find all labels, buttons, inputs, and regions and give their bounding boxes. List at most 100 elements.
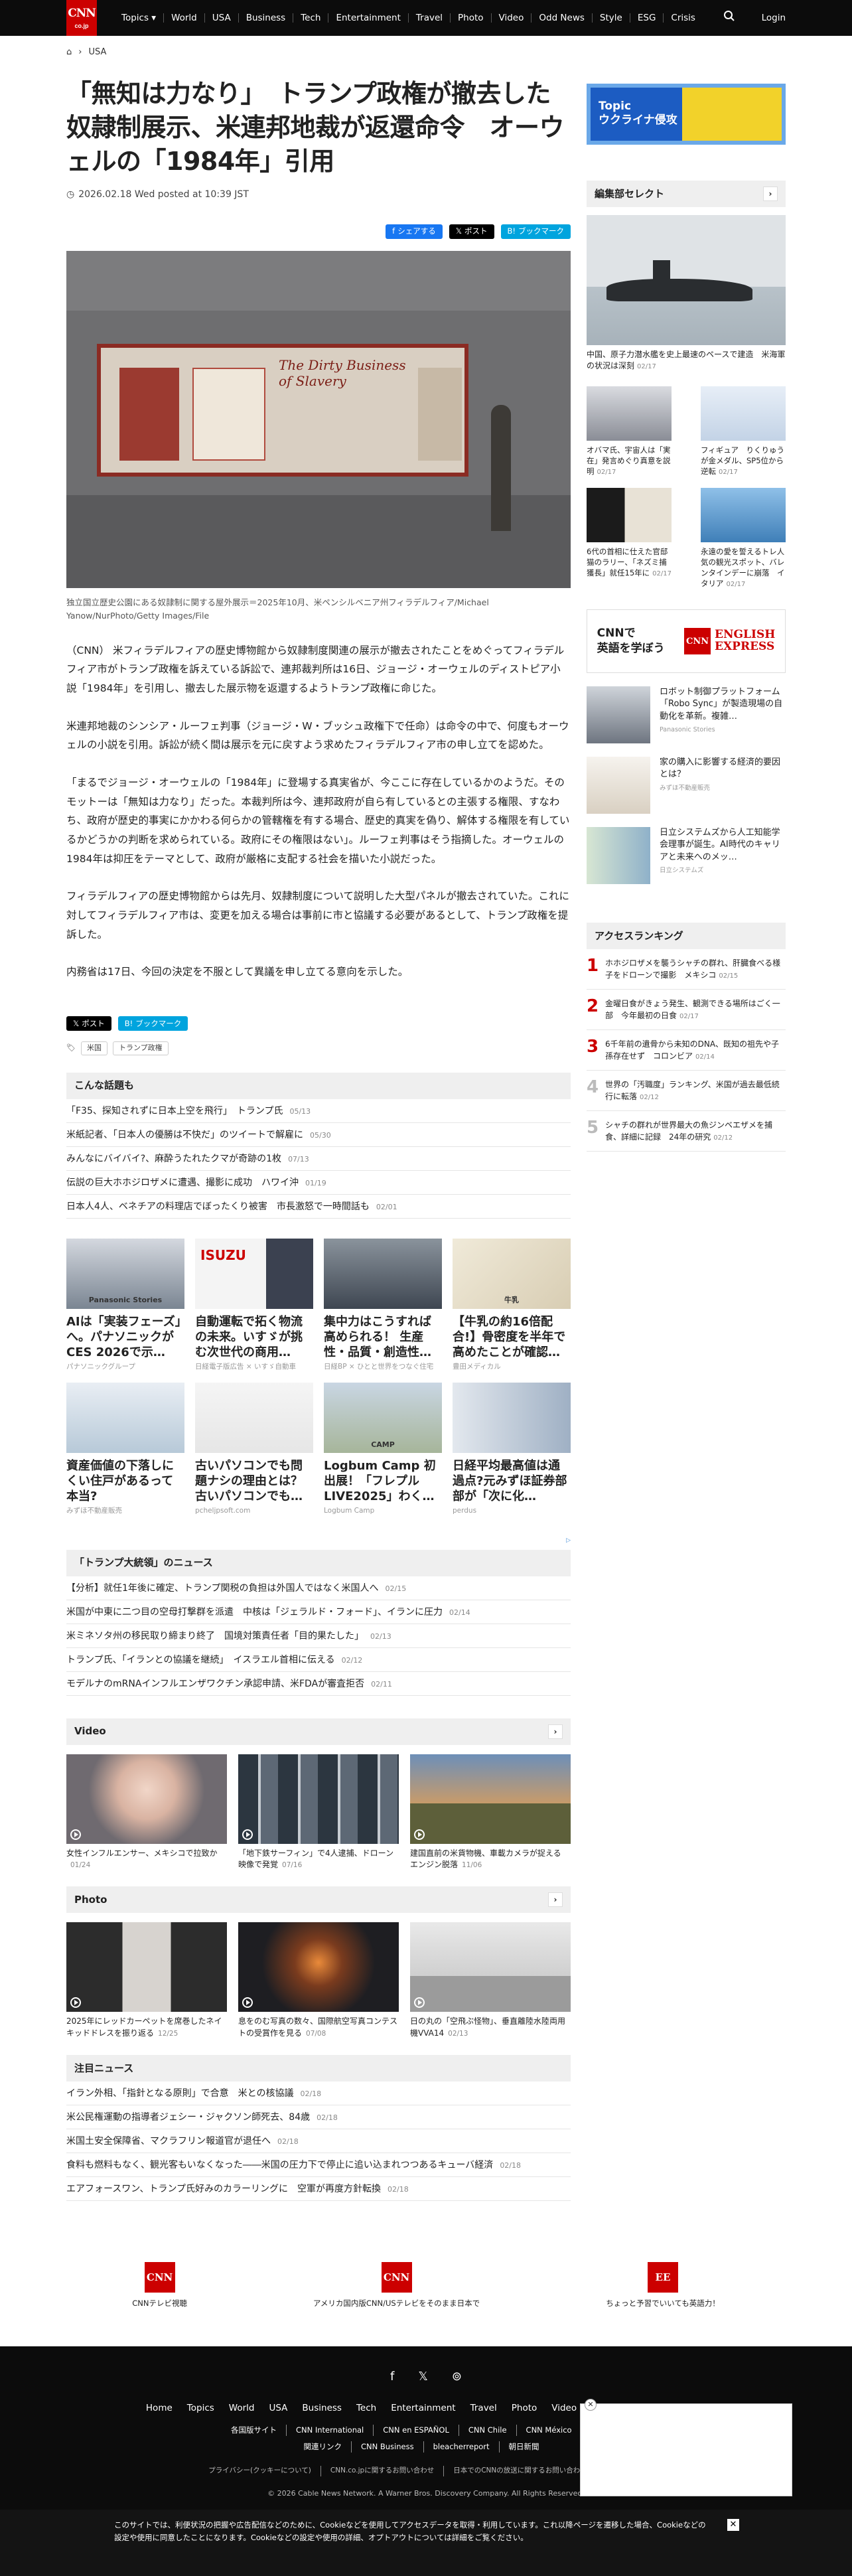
sidebar-card[interactable]: オバマ氏、宇宙人は「実在」発言めぐり真意を説明 02/17 <box>587 386 672 477</box>
sponsored-card[interactable]: Panasonic Stories AIは「実装フェーズ」へ。パナソニックがCES… <box>66 1238 184 1373</box>
list-item[interactable]: イラン外相、「指針となる原則」で合意 米との核協議 02/18 <box>66 2082 571 2106</box>
sponsored-card[interactable]: 資産価値の下落しにくい住戸があるって本当? みずほ不動産販売 <box>66 1383 184 1517</box>
hatena-bookmark-button[interactable]: B! ブックマーク <box>117 1016 188 1031</box>
ranking-item[interactable]: 1 ホホジロザメを襲うシャチの群れ、肝臓食べる様子をドローンで撮影 メキシコ 02/… <box>587 949 786 990</box>
footer-link[interactable]: CNN México <box>526 2424 582 2436</box>
nav-item[interactable]: Travel <box>409 13 451 23</box>
list-item[interactable]: 米国土安全保障省、マクラフリン報道官が退任へ 02/18 <box>66 2129 571 2154</box>
ranking-item[interactable]: 4 世界の「汚職度」ランキング、米国が過去最低続行に転落 02/12 <box>587 1071 786 1112</box>
footer-link[interactable]: 日本でのCNNの放送に関するお問い合わせ <box>453 2466 597 2476</box>
footer-link[interactable]: 関連リンク <box>303 2441 352 2453</box>
list-item[interactable]: 米公民権運動の指導者ジェシー・ジャクソン師死去、84歳 02/18 <box>66 2105 571 2130</box>
nav-item[interactable]: Video <box>492 13 532 23</box>
media-card[interactable]: 2025年にレッドカーペットを席巻したネイキッドドレスを振り返る 12/25 <box>66 1922 227 2039</box>
facebook-icon[interactable]: f <box>390 2368 394 2386</box>
service-link[interactable]: CNN アメリカ国内版CNN/USテレビをそのまま日本で <box>313 2262 480 2309</box>
hatena-bookmark-button[interactable]: B! ブックマーク <box>500 224 571 239</box>
chevron-right-icon[interactable]: › <box>548 1724 563 1739</box>
footer-link[interactable]: CNN.co.jpに関するお問い合わせ <box>330 2466 445 2476</box>
footer-link[interactable]: Tech <box>356 2401 376 2415</box>
sidebar-card[interactable]: 6代の首相に仕えた官邸猫のラリー、「ネズミ捕獲長」就任15年に 02/17 <box>587 487 672 589</box>
chevron-right-icon[interactable]: › <box>763 187 778 201</box>
sponsored-card[interactable]: 牛乳 【牛乳の約16倍配合!】骨密度を半年で高めたことが確認… 豊田メディカル <box>453 1238 571 1373</box>
adchoices-icon[interactable]: ▷ <box>66 1537 571 1546</box>
media-card[interactable]: 息をのむ写真の数々、国際航空写真コンテストの受賞作を見る 07/08 <box>238 1922 399 2039</box>
home-icon[interactable]: ⌂ <box>66 46 72 59</box>
footer-link[interactable]: Entertainment <box>391 2401 455 2415</box>
sponsored-card[interactable]: ISUZU 自動運転で拓く物流の未来。いすゞが挑む次世代の商用… 日経電子版広告 ×… <box>195 1238 313 1373</box>
list-item[interactable]: エアフォースワン、トランプ氏好みのカラーリングに 空軍が再度方針転換 02/18 <box>66 2177 571 2202</box>
footer-link[interactable]: bleacherreport <box>433 2441 500 2453</box>
footer-link[interactable]: 朝日新聞 <box>509 2441 549 2453</box>
ranking-item[interactable]: 2 金曜日食がきょう発生、観測できる場所はごく一部 今年最初の日食 02/17 <box>587 990 786 1031</box>
list-item[interactable]: 【分析】就任1年後に確定、トランプ関税の負担は外国人ではなく米国人へ 02/15 <box>66 1576 571 1600</box>
footer-link[interactable]: 各国版サイト <box>231 2424 287 2436</box>
tag[interactable]: トランプ政権 <box>112 1041 169 1055</box>
nav-item[interactable]: World <box>164 13 205 23</box>
media-card[interactable]: 建国直前の米貨物機、車載カメラが捉える エンジン脱落 11/06 <box>410 1754 571 1871</box>
footer-link[interactable]: Video <box>551 2401 577 2415</box>
footer-link[interactable]: Home <box>146 2401 173 2415</box>
x-icon[interactable]: 𝕏 <box>418 2368 428 2386</box>
cnn-logo[interactable]: CNN co.jp <box>66 0 97 36</box>
sidebar-sponsored[interactable]: 家の購入に影響する経済的要因とは？ みずほ不動産販売 <box>587 757 786 814</box>
english-learning-banner[interactable]: CNNで 英語を学ぼう CNN ENGLISH EXPRESS <box>587 609 786 674</box>
list-item[interactable]: 米紙記者、「日本人の優勝は不快だ」のツイートで解雇に 05/30 <box>66 1123 571 1147</box>
footer-link[interactable]: Travel <box>470 2401 497 2415</box>
sponsored-card[interactable]: 古いパソコンでも問題ナシの理由とは？古いパソコンでも… pcheljpsoft.c… <box>195 1383 313 1517</box>
list-item[interactable]: 日本人4人、ベネチアの料理店でぼったくり被害 市長激怒で一時間話も 02/01 <box>66 1195 571 1219</box>
nav-item[interactable]: USA <box>205 13 239 23</box>
rss-icon[interactable]: ⊚ <box>452 2368 462 2386</box>
footer-link[interactable]: CNN Business <box>361 2441 424 2453</box>
media-card[interactable]: 「地下鉄サーフィン」で4人逮捕、ドローン映像で発覚 07/16 <box>238 1754 399 1871</box>
sponsored-card[interactable]: CAMP Logbum Camp 初出展！「フレプル LIVE2025」わく… Lo… <box>324 1383 442 1517</box>
nav-item[interactable]: Photo <box>451 13 492 23</box>
sidebar-card[interactable]: 永遠の愛を誓えるトレ人気の観光スポット、バレンタインデーに崩落 イタリア 02/1… <box>701 487 786 589</box>
sidebar-sponsored[interactable]: 日立システムズから人工知能学会理事が誕生。AI時代のキャリアと未来へのメッ… 日立… <box>587 827 786 885</box>
footer-link[interactable]: CNN International <box>296 2424 374 2436</box>
list-item[interactable]: 米ミネソタ州の移民取り締まり終了 国境対策責任者「目的果たした」 02/13 <box>66 1624 571 1648</box>
breadcrumb-section[interactable]: USA <box>88 46 106 59</box>
nav-item[interactable]: Topics ▾ <box>114 13 165 23</box>
footer-link[interactable]: World <box>229 2401 255 2415</box>
media-card[interactable]: 日の丸の「空飛ぶ怪物」、垂直離陸水陸両用機VVA14 02/13 <box>410 1922 571 2039</box>
x-post-button[interactable]: 𝕏 ポスト <box>66 1016 111 1031</box>
ranking-item[interactable]: 5 シャチの群れが世界最大の魚ジンベエザメを捕食、詳細に記録 24年の研究 02/1… <box>587 1111 786 1152</box>
nav-item[interactable]: Entertainment <box>328 13 409 23</box>
x-post-button[interactable]: 𝕏 ポスト <box>449 224 494 239</box>
topic-banner[interactable]: Topic ウクライナ侵攻 <box>587 84 786 145</box>
footer-link[interactable]: CNN Chile <box>468 2424 517 2436</box>
login-link[interactable]: Login <box>762 11 786 25</box>
facebook-share-button[interactable]: f シェアする <box>386 224 443 239</box>
sidebar-sponsored[interactable]: ロボット制御プラットフォーム「Robo Sync」が製造現場の自動化を革新。複雑… <box>587 686 786 744</box>
list-item[interactable]: 米国が中東に二つ目の空母打撃群を派遣 中核は「ジェラルド・フォード」、イランに圧… <box>66 1600 571 1624</box>
list-item[interactable]: 食料も燃料もなく、観光客もいなくなった――米国の圧力下で停止に追い込まれつつある… <box>66 2153 571 2178</box>
nav-item[interactable]: Tech <box>293 13 329 23</box>
footer-link[interactable]: CNN en ESPAÑOL <box>383 2424 459 2436</box>
footer-link[interactable]: プライバシー(クッキーについて) <box>208 2466 321 2476</box>
footer-link[interactable]: Photo <box>512 2401 537 2415</box>
sponsored-card[interactable]: 日経平均最高値は通過点?元みずほ証券部部が「次に化… perdus <box>453 1383 571 1517</box>
sidebar-card[interactable]: フィギュア りくりゅうが金メダル、SP5位から逆転 02/17 <box>701 386 786 477</box>
close-icon[interactable]: ✕ <box>727 2519 739 2532</box>
nav-item[interactable]: Odd News <box>532 13 593 23</box>
service-link[interactable]: CNN CNNテレビ視聴 <box>132 2262 187 2309</box>
footer-link[interactable]: Business <box>302 2401 342 2415</box>
list-item[interactable]: 「F35、探知されずに日本上空を飛行」 トランプ氏 05/13 <box>66 1099 571 1123</box>
nav-item[interactable]: Style <box>593 13 630 23</box>
nav-item[interactable]: Business <box>239 13 294 23</box>
service-link[interactable]: EE ちょっと予習でいいても英語力！ <box>606 2262 720 2309</box>
list-item[interactable]: みんなにバイバイ?、麻酔うたれたクマが奇跡の1枚 07/13 <box>66 1147 571 1171</box>
list-item[interactable]: 伝説の巨大ホホジロザメに遭遇、撮影に成功 ハワイ沖 01/19 <box>66 1171 571 1195</box>
nav-item[interactable]: Crisis <box>664 13 703 23</box>
list-item[interactable]: トランプ氏、「イランとの協議を継続」 イスラエル首相に伝える 02/12 <box>66 1648 571 1672</box>
footer-link[interactable]: USA <box>269 2401 287 2415</box>
chevron-right-icon[interactable]: › <box>548 1892 563 1908</box>
search-icon[interactable] <box>723 10 735 26</box>
tag[interactable]: 米国 <box>80 1041 107 1055</box>
media-card[interactable]: 女性インフルエンサー、メキシコで拉致か01/24 <box>66 1754 227 1871</box>
list-item[interactable]: モデルナのmRNAインフルエンザワクチン承認申請、米FDAが審査拒否 02/11 <box>66 1672 571 1696</box>
close-icon[interactable]: ✕ <box>585 2399 597 2411</box>
ranking-item[interactable]: 3 6千年前の遺骨から未知のDNA、既知の祖先や子孫存在せず コロンビア 02/14 <box>587 1030 786 1071</box>
nav-item[interactable]: ESG <box>630 13 664 23</box>
